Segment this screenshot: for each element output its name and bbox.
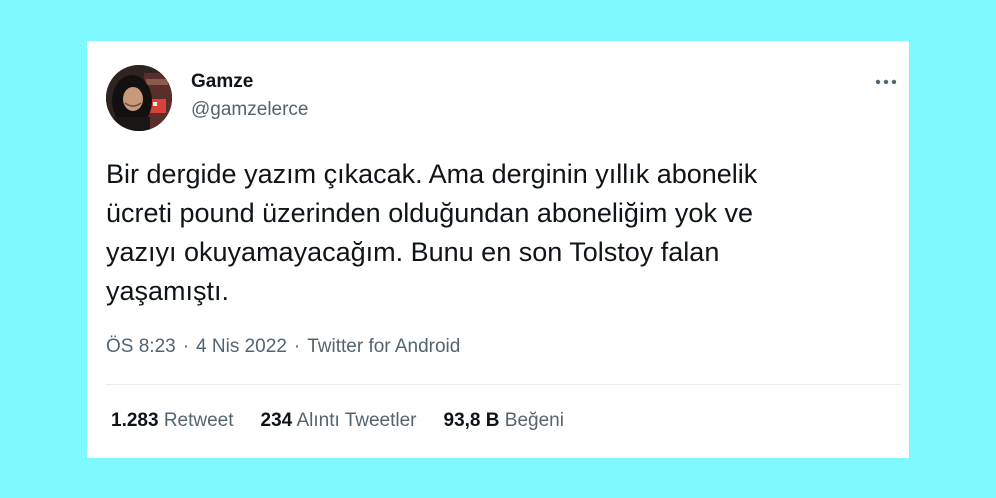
tweet-meta: ÖS 8:23 · 4 Nis 2022 · Twitter for Android bbox=[106, 336, 460, 358]
tweet-text: Bir dergide yazım çıkacak. Ama derginin … bbox=[106, 159, 758, 306]
retweet-number: 1.283 bbox=[111, 410, 159, 431]
avatar[interactable] bbox=[106, 65, 172, 131]
avatar-image bbox=[106, 65, 172, 131]
quote-label: Alıntı Tweetler bbox=[296, 410, 417, 431]
user-handle[interactable]: @gamzelerce bbox=[191, 99, 309, 121]
retweet-count[interactable]: 1.283 Retweet bbox=[111, 410, 234, 432]
quote-number: 234 bbox=[260, 410, 293, 431]
quote-count[interactable]: 234 Alıntı Tweetler bbox=[261, 410, 417, 432]
retweet-label: Retweet bbox=[163, 410, 234, 431]
divider bbox=[106, 384, 901, 385]
more-options-button[interactable] bbox=[873, 69, 899, 95]
more-dots-icon bbox=[875, 79, 897, 85]
meta-separator: · bbox=[182, 336, 190, 357]
tweet-card: Gamze @gamzelerce Bir dergide yazım çıka… bbox=[87, 41, 909, 458]
like-count[interactable]: 93,8 B Beğeni bbox=[444, 410, 564, 432]
like-label: Beğeni bbox=[504, 410, 564, 431]
display-name[interactable]: Gamze bbox=[191, 71, 253, 93]
meta-separator: · bbox=[293, 336, 301, 357]
tweet-date[interactable]: 4 Nis 2022 bbox=[196, 336, 287, 357]
tweet-time[interactable]: ÖS 8:23 bbox=[106, 336, 176, 357]
tweet-source[interactable]: Twitter for Android bbox=[307, 336, 460, 357]
like-number: 93,8 B bbox=[443, 410, 500, 431]
tweet-stats: 1.283 Retweet 234 Alıntı Tweetler 93,8 B… bbox=[111, 410, 591, 432]
